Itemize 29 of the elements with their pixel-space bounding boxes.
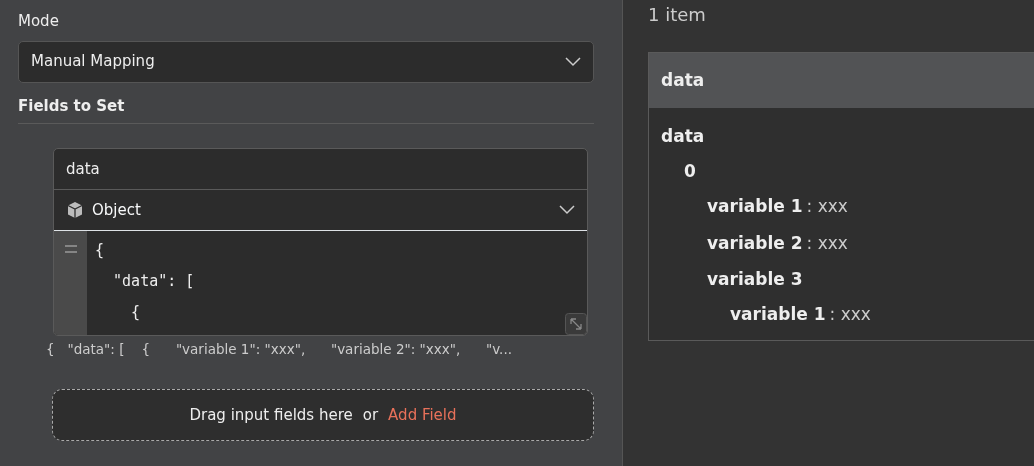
chevron-down-icon xyxy=(565,56,581,67)
tree-key: 0 xyxy=(684,159,696,183)
drag-handle-icon[interactable] xyxy=(64,245,77,253)
tree-key: variable 2 xyxy=(707,230,803,256)
cube-icon xyxy=(66,201,84,219)
section-title: Fields to Set xyxy=(18,94,594,124)
code-line: { xyxy=(95,240,106,261)
add-field-link[interactable]: Add Field xyxy=(388,404,457,427)
value-preview: { "data": [ { "variable 1": "xxx", "variable 2": "xxx", "v... xyxy=(46,340,513,359)
code-editor[interactable]: { "data": [ { xyxy=(54,231,587,335)
item-count: 1 item xyxy=(648,3,707,27)
tree-key: variable 1 xyxy=(707,194,803,220)
tree-value: : xxx xyxy=(806,195,848,218)
resize-handle-icon[interactable] xyxy=(565,313,587,335)
chevron-down-icon xyxy=(559,205,575,215)
separator-text: or xyxy=(362,405,379,426)
code-line: { xyxy=(130,302,142,323)
type-select[interactable]: Object xyxy=(54,190,587,231)
tree-key: data xyxy=(661,124,705,148)
mode-select[interactable]: Manual Mapping xyxy=(18,40,594,83)
field-name-input[interactable]: data xyxy=(54,149,587,190)
code-line: "data": [ xyxy=(112,271,195,292)
mode-label: Mode xyxy=(18,11,60,32)
drop-hint: Drag input fields here xyxy=(189,405,353,426)
tree-value: : xxx xyxy=(829,303,871,326)
tree-key: variable 3 xyxy=(707,267,803,291)
tree-value: : xxx xyxy=(806,231,848,255)
tree-key: variable 1 xyxy=(730,302,826,328)
card-header: data xyxy=(649,53,1034,108)
